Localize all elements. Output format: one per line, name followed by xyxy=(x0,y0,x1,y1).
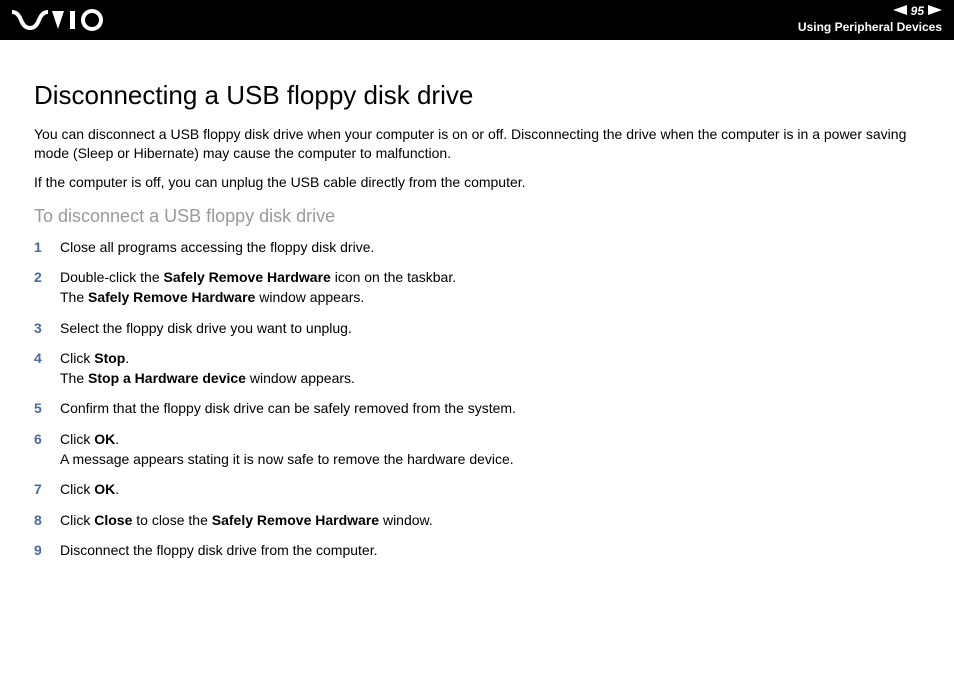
intro-block: You can disconnect a USB floppy disk dri… xyxy=(34,125,920,192)
step-number: 5 xyxy=(34,398,60,418)
step-number: 4 xyxy=(34,348,60,368)
step-item: 3Select the floppy disk drive you want t… xyxy=(34,318,920,338)
page-nav: 95 xyxy=(893,4,942,20)
step-number: 3 xyxy=(34,318,60,338)
page-content: Disconnecting a USB floppy disk drive Yo… xyxy=(0,40,954,560)
page-header: 95 Using Peripheral Devices xyxy=(0,0,954,40)
step-text: Click Close to close the Safely Remove H… xyxy=(60,510,920,530)
steps-list: 1Close all programs accessing the floppy… xyxy=(34,237,920,561)
step-text: Click OK. xyxy=(60,479,920,499)
step-number: 6 xyxy=(34,429,60,449)
step-text: Close all programs accessing the floppy … xyxy=(60,237,920,257)
step-item: 1Close all programs accessing the floppy… xyxy=(34,237,920,257)
prev-arrow-icon[interactable] xyxy=(893,4,907,20)
vaio-logo-svg xyxy=(12,9,108,31)
page-number: 95 xyxy=(911,4,924,20)
step-item: 4Click Stop.The Stop a Hardware device w… xyxy=(34,348,920,389)
subheading: To disconnect a USB floppy disk drive xyxy=(34,206,920,227)
intro-paragraph-2: If the computer is off, you can unplug t… xyxy=(34,173,920,192)
header-right: 95 Using Peripheral Devices xyxy=(798,4,942,35)
step-text: Double-click the Safely Remove Hardware … xyxy=(60,267,920,308)
step-item: 7Click OK. xyxy=(34,479,920,499)
step-text: Disconnect the floppy disk drive from th… xyxy=(60,540,920,560)
step-text: Click Stop.The Stop a Hardware device wi… xyxy=(60,348,920,389)
intro-paragraph-1: You can disconnect a USB floppy disk dri… xyxy=(34,125,920,163)
section-label: Using Peripheral Devices xyxy=(798,20,942,36)
step-number: 7 xyxy=(34,479,60,499)
step-number: 2 xyxy=(34,267,60,287)
next-arrow-icon[interactable] xyxy=(928,4,942,20)
vaio-logo xyxy=(12,9,108,31)
step-number: 9 xyxy=(34,540,60,560)
step-item: 5Confirm that the floppy disk drive can … xyxy=(34,398,920,418)
step-item: 8Click Close to close the Safely Remove … xyxy=(34,510,920,530)
step-text: Confirm that the floppy disk drive can b… xyxy=(60,398,920,418)
step-text: Select the floppy disk drive you want to… xyxy=(60,318,920,338)
step-item: 9Disconnect the floppy disk drive from t… xyxy=(34,540,920,560)
step-item: 6Click OK.A message appears stating it i… xyxy=(34,429,920,470)
step-number: 8 xyxy=(34,510,60,530)
step-number: 1 xyxy=(34,237,60,257)
step-text: Click OK.A message appears stating it is… xyxy=(60,429,920,470)
page-title: Disconnecting a USB floppy disk drive xyxy=(34,80,920,111)
step-item: 2Double-click the Safely Remove Hardware… xyxy=(34,267,920,308)
